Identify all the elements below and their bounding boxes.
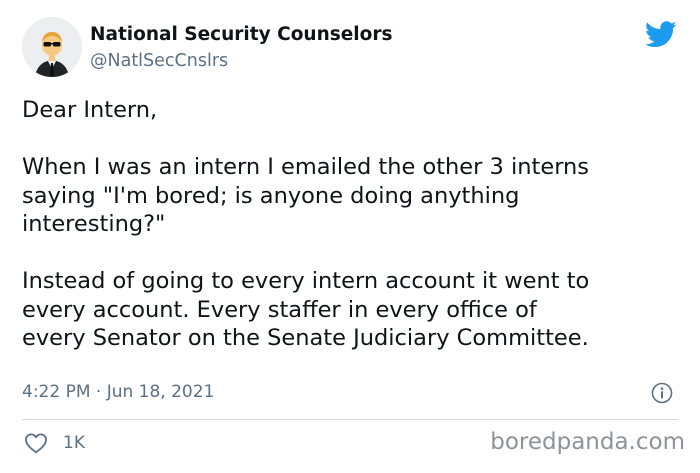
info-icon[interactable]	[651, 382, 673, 404]
tweet-line: interesting?"	[22, 211, 166, 237]
tweet-text: Dear Intern, When I was an intern I emai…	[22, 96, 682, 353]
tweet-line: Instead of going to every intern account…	[22, 268, 590, 294]
tweet-line: Dear Intern,	[22, 97, 158, 123]
tweet-timestamp[interactable]: 4:22 PM · Jun 18, 2021	[22, 382, 214, 402]
tweet-paragraph: When I was an intern I emailed the other…	[22, 153, 682, 239]
tweet-line: every Senator on the Senate Judiciary Co…	[22, 325, 589, 351]
author-handle[interactable]: @NatlSecCnslrs	[90, 51, 228, 71]
tweet-line: saying "I'm bored; is anyone doing anyth…	[22, 182, 520, 209]
heart-icon[interactable]	[24, 432, 48, 454]
tweet-paragraph: Dear Intern,	[22, 96, 682, 125]
author-name[interactable]: National Security Counselors	[90, 24, 393, 45]
tweet-paragraph: Instead of going to every intern account…	[22, 267, 682, 353]
like-count[interactable]: 1K	[63, 433, 85, 453]
divider	[22, 419, 678, 420]
author-avatar[interactable]	[22, 17, 82, 77]
twitter-bird-icon[interactable]	[645, 21, 677, 48]
watermark: boredpanda.com	[490, 429, 685, 455]
tweet-line: When I was an intern I emailed the other…	[22, 154, 590, 180]
tweet-line: every account. Every staffer in every of…	[22, 296, 537, 323]
agent-avatar-icon	[22, 17, 82, 77]
tweet-card: National Security Counselors @NatlSecCns…	[0, 0, 700, 473]
